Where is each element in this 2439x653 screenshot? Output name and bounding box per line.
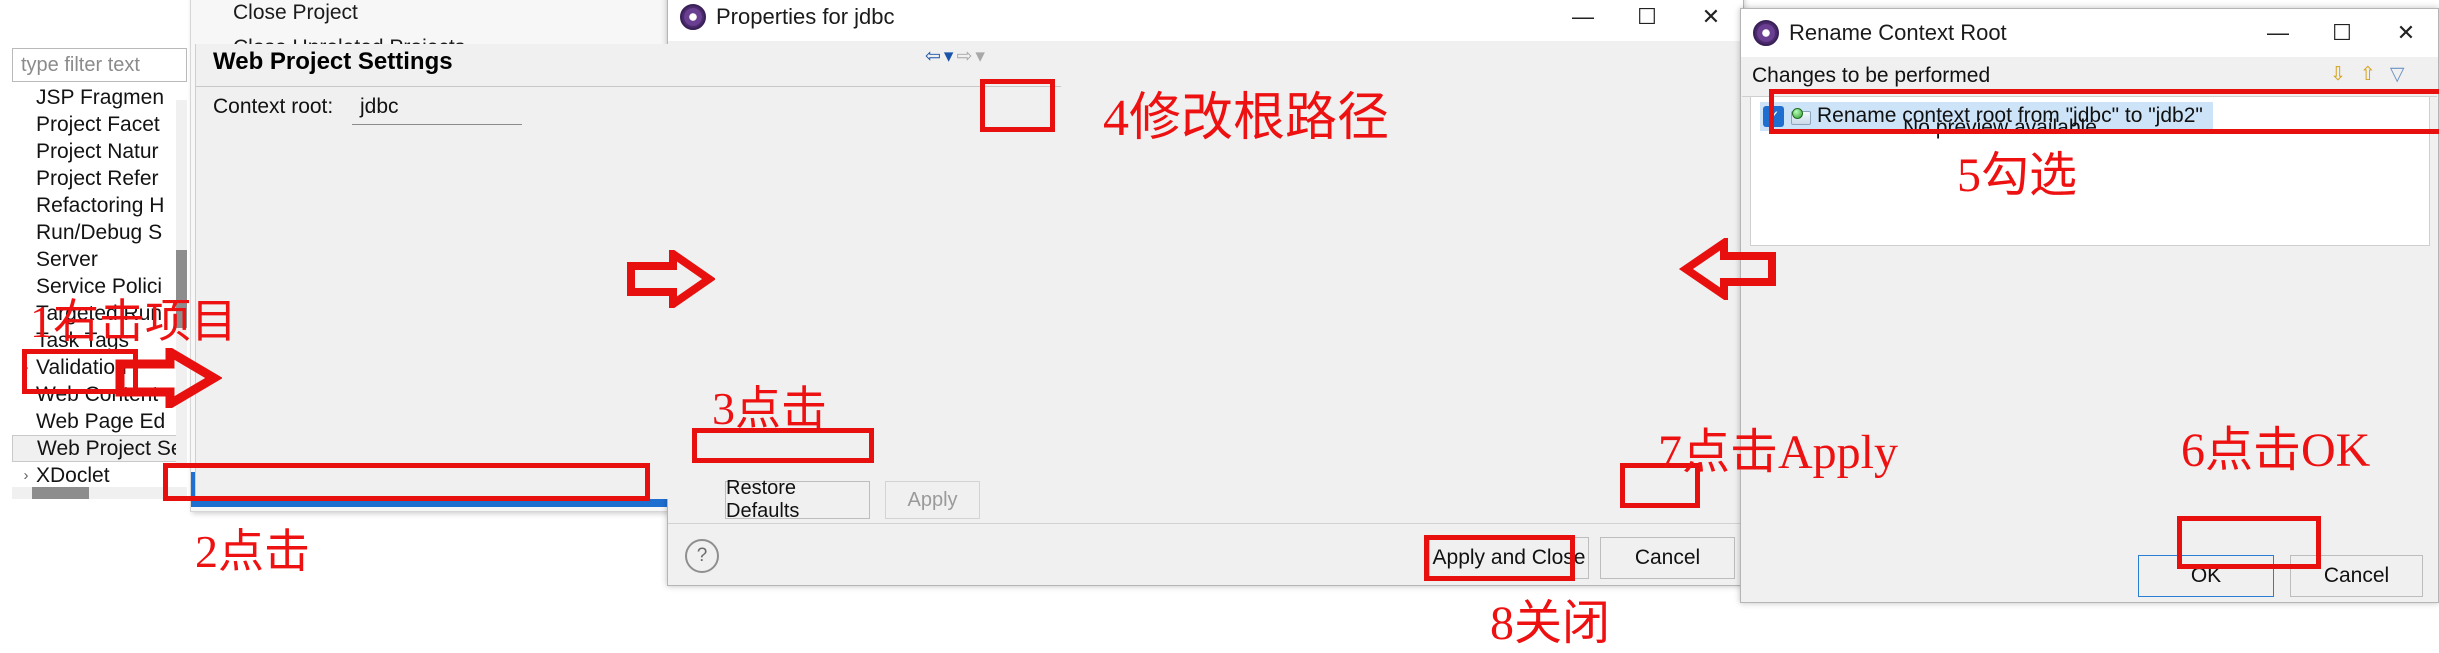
- tree-item-jsp-fragment[interactable]: JSP Fragmen: [12, 84, 187, 111]
- properties-category-tree[interactable]: JSP Fragmen Project Facet Project Natur …: [12, 84, 187, 484]
- page-title-divider: [195, 86, 1061, 87]
- tree-item-label: Project Natur: [36, 139, 159, 163]
- context-root-value: jdbc: [360, 95, 399, 118]
- changes-toolbar[interactable]: ⇩ ⇧ ▽: [2330, 63, 2404, 86]
- window-buttons: — ☐ ✕: [1551, 0, 1743, 40]
- tree-item-label: Web Page Ed: [36, 409, 166, 433]
- tree-item-xdoclet[interactable]: › XDoclet: [12, 462, 187, 485]
- annotation-note-1: 1右击项目: [30, 296, 237, 347]
- menu-item-close-project[interactable]: Close Project: [191, 0, 691, 30]
- annotation-note-5: 5勾选: [1957, 149, 2078, 202]
- properties-dialog-titlebar: Properties for jdbc — ☐ ✕: [668, 0, 1743, 41]
- annotation-note-6: 6点击OK: [2181, 424, 2371, 477]
- rename-dialog-titlebar: Rename Context Root — ☐ ✕: [1741, 9, 2438, 57]
- context-root-label: Context root:: [213, 95, 334, 118]
- tree-item-server[interactable]: Server: [12, 246, 187, 273]
- page-navigation-arrows[interactable]: ⇦ ▾ ⇨ ▾: [925, 45, 985, 68]
- forward-menu-icon[interactable]: ▾: [975, 45, 985, 68]
- annotation-box-change-item: [1769, 89, 2439, 134]
- chevron-right-icon[interactable]: ›: [16, 467, 36, 484]
- properties-dialog-title: Properties for jdbc: [716, 4, 895, 29]
- tree-item-label: Server: [36, 247, 98, 271]
- tree-item-project-references[interactable]: Project Refer: [12, 165, 187, 192]
- back-menu-icon[interactable]: ▾: [944, 45, 954, 68]
- dialog-footer-divider: [668, 523, 1743, 524]
- down-arrow-icon[interactable]: ⇩: [2330, 63, 2346, 86]
- tree-item-web-page-editor[interactable]: Web Page Ed: [12, 408, 187, 435]
- window-buttons: — ☐ ✕: [2246, 10, 2438, 56]
- annotation-arrow-to-rename-dialog: [1678, 238, 1776, 300]
- rename-dialog-title: Rename Context Root: [1789, 20, 2007, 45]
- tree-item-label: Refactoring H: [36, 193, 165, 217]
- help-icon[interactable]: ?: [685, 539, 719, 573]
- annotation-note-4: 4修改根路径: [1103, 90, 1390, 147]
- minimize-icon[interactable]: —: [1551, 0, 1615, 40]
- tree-item-label: XDoclet: [36, 463, 110, 485]
- tree-item-project-facets[interactable]: Project Facet: [12, 111, 187, 138]
- annotation-note-2: 2点击: [195, 526, 310, 577]
- forward-arrow-icon[interactable]: ⇨: [956, 45, 972, 68]
- tree-item-label: Web Project Settings: [37, 436, 187, 460]
- maximize-icon[interactable]: ☐: [1615, 0, 1679, 40]
- annotation-note-8: 8关闭: [1490, 597, 1611, 650]
- annotation-box-context-root: [980, 79, 1055, 132]
- tree-item-project-natures[interactable]: Project Natur: [12, 138, 187, 165]
- gear-icon: [680, 4, 706, 30]
- annotation-box-properties-menu: [163, 463, 650, 501]
- tree-item-label: Run/Debug S: [36, 220, 163, 244]
- annotation-note-3: 3点击: [712, 383, 827, 434]
- close-icon[interactable]: ✕: [2374, 10, 2438, 56]
- properties-cancel-button[interactable]: Cancel: [1600, 537, 1735, 579]
- tree-item-run-debug-settings[interactable]: Run/Debug S: [12, 219, 187, 246]
- up-arrow-icon[interactable]: ⇧: [2360, 63, 2376, 86]
- restore-defaults-button[interactable]: Restore Defaults: [725, 477, 870, 522]
- annotation-box-ok: [2177, 516, 2321, 569]
- annotation-box-apply-and-close: [1424, 535, 1575, 581]
- annotation-arrow-to-properties-dialog: [627, 250, 715, 308]
- tree-item-label: Project Facet: [36, 112, 160, 136]
- tree-item-label: Project Refer: [36, 166, 159, 190]
- gear-icon: [1753, 20, 1779, 46]
- back-arrow-icon[interactable]: ⇦: [925, 45, 941, 68]
- changes-header-label: Changes to be performed: [1752, 64, 1991, 87]
- tree-item-web-project-settings[interactable]: Web Project Settings: [12, 435, 187, 462]
- maximize-icon[interactable]: ☐: [2310, 10, 2374, 56]
- tree-item-label: JSP Fragmen: [36, 85, 164, 109]
- annotation-note-7: 7点击Apply: [1658, 426, 1899, 479]
- apply-button[interactable]: Apply: [885, 481, 980, 519]
- filter-icon[interactable]: ▽: [2390, 63, 2405, 86]
- menu-item-label: Close Project: [233, 0, 358, 24]
- filter-input[interactable]: type filter text: [12, 48, 187, 82]
- filter-placeholder: type filter text: [21, 53, 140, 76]
- tree-item-refactoring-history[interactable]: Refactoring H: [12, 192, 187, 219]
- close-icon[interactable]: ✕: [1679, 0, 1743, 40]
- page-title: Web Project Settings: [213, 48, 453, 75]
- tree-horizontal-scrollbar-thumb[interactable]: [32, 487, 89, 499]
- minimize-icon[interactable]: —: [2246, 10, 2310, 56]
- annotation-arrow-to-menu: [115, 348, 222, 408]
